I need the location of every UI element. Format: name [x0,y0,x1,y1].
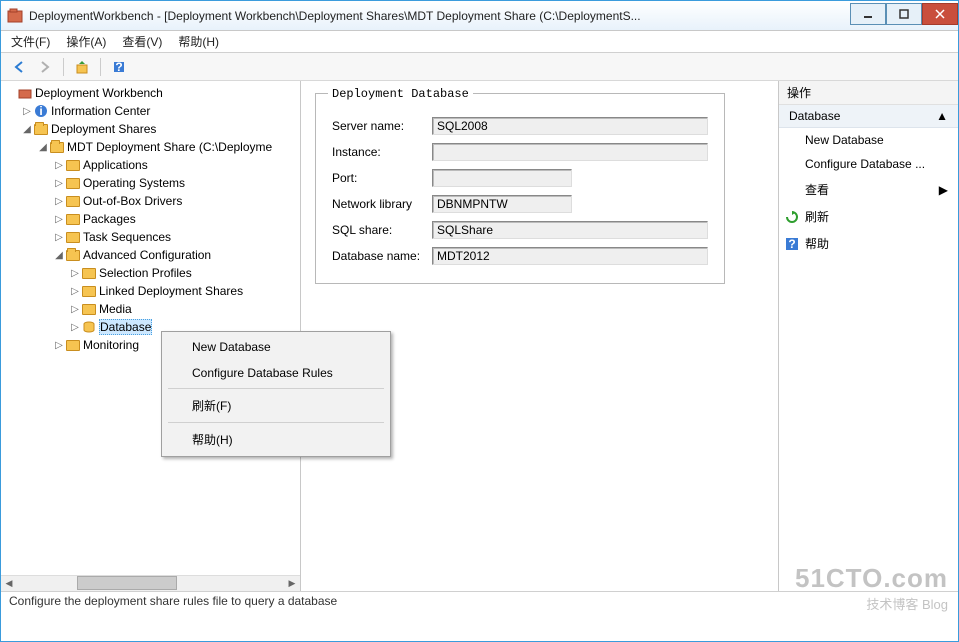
action-help[interactable]: ?帮助 [779,230,958,257]
svg-text:?: ? [788,238,795,250]
horizontal-scrollbar[interactable]: ◀▶ [1,575,300,591]
ctx-help[interactable]: 帮助(H) [164,425,388,454]
database-icon [81,319,97,335]
folder-icon [33,121,49,137]
tree-deployment-shares[interactable]: ◢Deployment Shares [5,120,300,138]
ctx-configure-rules[interactable]: Configure Database Rules [164,360,388,386]
tree-advanced-config[interactable]: ◢Advanced Configuration [5,246,300,264]
menu-help[interactable]: 帮助(H) [178,33,219,50]
menu-separator [168,422,384,423]
forward-button[interactable] [35,57,55,77]
close-button[interactable] [922,3,958,25]
folder-icon [65,247,81,263]
folder-icon [49,139,65,155]
dbname-value: MDT2012 [432,247,708,265]
context-menu: New Database Configure Database Rules 刷新… [161,331,391,457]
menu-separator [168,388,384,389]
folder-icon [65,175,81,191]
fieldset-legend: Deployment Database [328,87,473,101]
folder-icon [81,265,97,281]
menu-bar: 文件(F) 操作(A) 查看(V) 帮助(H) [1,31,958,53]
tree-applications[interactable]: ▷Applications [5,156,300,174]
database-fieldset: Deployment Database Server name:SQL2008 … [315,93,725,284]
tree-packages[interactable]: ▷Packages [5,210,300,228]
workbench-icon [17,85,33,101]
server-value: SQL2008 [432,117,708,135]
actions-group-header[interactable]: Database ▲ [779,105,958,128]
tree-root[interactable]: Deployment Workbench [5,84,300,102]
tree-media[interactable]: ▷Media [5,300,300,318]
actions-header: 操作 [779,81,958,105]
minimize-button[interactable] [850,3,886,25]
folder-icon [81,301,97,317]
port-label: Port: [332,171,432,185]
tree-task-sequences[interactable]: ▷Task Sequences [5,228,300,246]
folder-icon [65,211,81,227]
netlib-label: Network library [332,197,432,211]
netlib-value: DBNMPNTW [432,195,572,213]
action-configure-database[interactable]: Configure Database ... [779,152,958,176]
tree-mdt-share[interactable]: ◢MDT Deployment Share (C:\Deployme [5,138,300,156]
app-icon [7,8,23,24]
folder-icon [65,229,81,245]
share-value: SQLShare [432,221,708,239]
action-view[interactable]: 查看▶ [779,176,958,203]
action-refresh[interactable]: 刷新 [779,203,958,230]
share-label: SQL share: [332,223,432,237]
tree-info-center[interactable]: ▷iInformation Center [5,102,300,120]
status-bar: Configure the deployment share rules fil… [1,591,958,611]
folder-icon [65,193,81,209]
folder-icon [81,283,97,299]
dbname-label: Database name: [332,249,432,263]
back-button[interactable] [9,57,29,77]
tree-selection-profiles[interactable]: ▷Selection Profiles [5,264,300,282]
folder-icon [65,157,81,173]
svg-text:?: ? [115,60,122,74]
window-title: DeploymentWorkbench - [Deployment Workbe… [29,9,850,23]
toolbar: ? [1,53,958,81]
port-value [432,169,572,187]
instance-label: Instance: [332,145,432,159]
title-bar: DeploymentWorkbench - [Deployment Workbe… [1,1,958,31]
maximize-button[interactable] [886,3,922,25]
ctx-refresh[interactable]: 刷新(F) [164,391,388,420]
info-icon: i [33,103,49,119]
tree-linked-shares[interactable]: ▷Linked Deployment Shares [5,282,300,300]
server-label: Server name: [332,119,432,133]
chevron-right-icon: ▶ [939,183,948,197]
tree-operating-systems[interactable]: ▷Operating Systems [5,174,300,192]
menu-file[interactable]: 文件(F) [11,33,50,50]
menu-action[interactable]: 操作(A) [66,33,106,50]
ctx-new-database[interactable]: New Database [164,334,388,360]
collapse-icon: ▲ [936,109,948,123]
action-new-database[interactable]: New Database [779,128,958,152]
svg-text:i: i [39,104,42,118]
menu-view[interactable]: 查看(V) [122,33,162,50]
refresh-icon [785,210,799,224]
help-button[interactable]: ? [109,57,129,77]
help-icon: ? [785,237,799,251]
up-button[interactable] [72,57,92,77]
folder-icon [65,337,81,353]
actions-pane: 操作 Database ▲ New Database Configure Dat… [778,81,958,591]
tree-drivers[interactable]: ▷Out-of-Box Drivers [5,192,300,210]
instance-value [432,143,708,161]
